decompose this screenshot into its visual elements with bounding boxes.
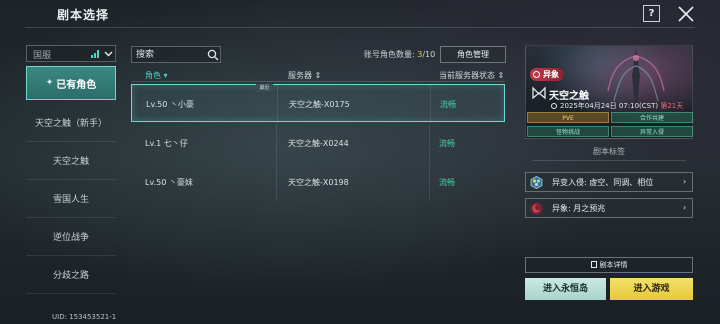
modifier-moon-omen[interactable]: 异象: 月之预兆 ›	[525, 198, 693, 218]
column-header-status[interactable]: 当前服务器状态 ⇕	[439, 70, 504, 81]
close-icon	[678, 6, 694, 22]
server-select[interactable]: 国服	[26, 45, 116, 62]
sidebar-item-label: 天空之触（新手）	[34, 119, 107, 129]
anomaly-icon	[530, 176, 543, 189]
modifier-label: 异象: 月之预兆	[552, 204, 606, 213]
role-manage-button[interactable]: 角色管理	[440, 46, 506, 63]
scenario-banner: 异象 天空之触 2025年04月24日 07:10(CST) 第21天	[525, 45, 693, 139]
sidebar-item-divergent-path[interactable]: 分歧之路	[26, 256, 116, 294]
sidebar-item-label: 分歧之路	[52, 271, 89, 281]
recent-badge: 最近	[256, 84, 273, 92]
row-status: 流畅	[439, 178, 455, 187]
uid-label: UID: 153453521-1	[52, 313, 117, 321]
column-divider	[430, 85, 431, 123]
row-status: 流畅	[439, 139, 455, 148]
clock-icon	[551, 103, 557, 109]
sort-icon: ⇕	[495, 71, 505, 80]
scenario-date: 2025年04月24日 07:10(CST) 第21天	[551, 101, 683, 111]
sort-icon: ▾	[161, 71, 168, 80]
sidebar-item-label: 雪国人生	[52, 195, 89, 205]
row-status: 流畅	[440, 100, 456, 109]
table-row[interactable]: 最近 Lv.50 丶小豪 天空之触-X0175 流畅	[131, 84, 505, 123]
column-divider	[276, 124, 277, 162]
tag-monster-challenge: 怪物挑战	[527, 126, 609, 137]
sidebar-item-existing-roles[interactable]: ✦ 已有角色	[26, 66, 116, 100]
chevron-right-icon: ›	[683, 203, 687, 212]
column-divider	[277, 85, 278, 123]
modifier-label: 异变入侵: 虚空、同调、相位	[552, 178, 654, 187]
header-divider	[25, 27, 695, 28]
scenario-logo-icon	[532, 86, 546, 100]
row-role: Lv.1 七丶仔	[145, 139, 188, 148]
scenario-tags-heading: 剧本标签	[593, 147, 625, 156]
tag-anomaly-invasion: 异常入侵	[611, 126, 693, 137]
modifier-anomaly-invasion[interactable]: 异变入侵: 虚空、同调、相位 ›	[525, 172, 693, 192]
table-row[interactable]: Lv.1 七丶仔 天空之触-X0244 流畅	[131, 124, 505, 162]
column-header-role[interactable]: 角色 ▾	[145, 70, 168, 81]
row-server: 天空之触-X0198	[288, 178, 349, 187]
account-role-count: 账号角色数量: 3/10	[364, 50, 436, 59]
server-select-value: 国服	[33, 51, 52, 61]
enter-eternal-island-button[interactable]: 进入永恒岛	[525, 278, 606, 300]
sidebar-item-label: 天空之触	[52, 157, 89, 167]
scenario-day-count: 第21天	[660, 102, 684, 110]
search-box[interactable]	[131, 46, 221, 63]
page-title: 剧本选择	[57, 8, 110, 22]
document-icon	[590, 261, 597, 268]
header: 剧本选择 ?	[0, 0, 720, 28]
moon-omen-icon	[530, 202, 543, 215]
sidebar-item-snow-country[interactable]: 雪国人生	[26, 180, 116, 218]
anomaly-badge: 异象	[530, 68, 564, 81]
tag-pve: PVE	[527, 112, 609, 123]
row-server: 天空之触-X0244	[288, 139, 349, 148]
anomaly-dot-icon	[533, 71, 540, 78]
row-role: Lv.50 丶豪妹	[145, 178, 193, 187]
table-header: 角色 ▾ 服务器 ⇕ 当前服务器状态 ⇕	[131, 68, 505, 82]
column-header-server[interactable]: 服务器 ⇕	[288, 70, 321, 81]
table-row[interactable]: Lv.50 丶豪妹 天空之触-X0198 流畅	[131, 163, 505, 201]
row-role: Lv.50 丶小豪	[146, 100, 194, 109]
enter-game-button[interactable]: 进入游戏	[610, 278, 693, 300]
sort-icon: ⇕	[312, 71, 322, 80]
chevron-down-icon	[104, 51, 113, 57]
sidebar: ✦ 已有角色 天空之触（新手） 天空之触 雪国人生 逆位战争 分歧之路	[26, 66, 116, 294]
scenario-details-button[interactable]: 剧本详情	[525, 257, 693, 273]
column-divider	[429, 124, 430, 162]
column-divider	[429, 163, 430, 201]
column-divider	[276, 163, 277, 201]
sidebar-item-sky-touch[interactable]: 天空之触	[26, 142, 116, 180]
close-button[interactable]	[676, 4, 696, 24]
search-input[interactable]	[136, 48, 204, 62]
chevron-right-icon: ›	[683, 177, 687, 186]
row-server: 天空之触-X0175	[289, 100, 350, 109]
search-icon	[207, 49, 219, 61]
tag-coop: 合作共建	[611, 112, 693, 123]
sidebar-item-reverse-war[interactable]: 逆位战争	[26, 218, 116, 256]
section-divider	[532, 160, 686, 161]
sidebar-item-sky-touch-novice[interactable]: 天空之触（新手）	[26, 104, 116, 142]
scenario-title: 天空之触	[549, 91, 589, 102]
sidebar-item-label: 已有角色	[56, 79, 97, 91]
role-icon: ✦	[45, 78, 54, 88]
help-button[interactable]: ?	[643, 5, 660, 22]
sidebar-item-label: 逆位战争	[52, 233, 89, 243]
signal-icon	[91, 50, 99, 58]
